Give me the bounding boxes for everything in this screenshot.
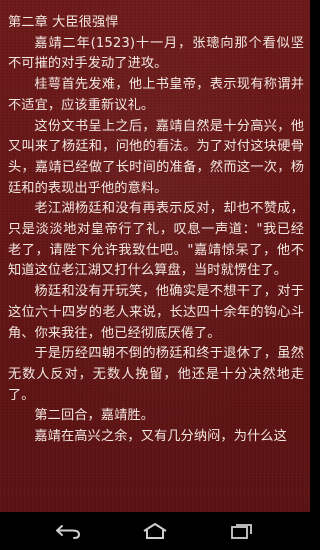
paragraph: 杨廷和没有开玩笑，他确实是不想干了，对于这位六十四岁的老人来说，长达四十余年的钩… — [8, 284, 304, 341]
paragraph: 这份文书呈上之后，嘉靖自然是十分高兴，他又叫来了杨廷和，问他的看法。为了对付这块… — [8, 118, 304, 196]
recent-apps-button[interactable] — [212, 512, 272, 550]
paragraph: 嘉靖二年(1523)十一月，张璁向那个看似坚不可摧的对手发动了进攻。 — [8, 35, 304, 72]
back-arrow-icon — [56, 525, 81, 539]
reader-page[interactable]: 第二章 大臣很强悍 嘉靖二年(1523)十一月，张璁向那个看似坚不可摧的对手发动… — [0, 0, 310, 512]
paragraph: 桂萼首先发难，他上书皇帝，表示现有称谓并不适宜，应该重新议礼。 — [8, 77, 304, 113]
recent-apps-icon — [231, 524, 252, 539]
back-button[interactable] — [38, 512, 98, 550]
reader-content: 第二章 大臣很强悍 嘉靖二年(1523)十一月，张璁向那个看似坚不可摧的对手发动… — [8, 13, 304, 448]
home-button[interactable] — [125, 512, 185, 550]
system-navigation-bar — [0, 512, 310, 550]
paragraph: 第二回合，嘉靖胜。 — [34, 408, 154, 424]
paragraph: 于是历经四朝不倒的杨廷和终于退休了，虽然无数人反对，无数人挽留，他还是十分决然地… — [8, 346, 304, 403]
paragraph: 老江湖杨廷和没有再表示反对，却也不赞成，只是淡淡地对皇帝行了礼，叹息一声道："我… — [8, 201, 304, 279]
home-icon — [143, 523, 167, 539]
chapter-title: 第二章 大臣很强悍 — [8, 15, 119, 30]
paragraph: 嘉靖在高兴之余，又有几分纳闷，为什么这 — [34, 429, 287, 445]
